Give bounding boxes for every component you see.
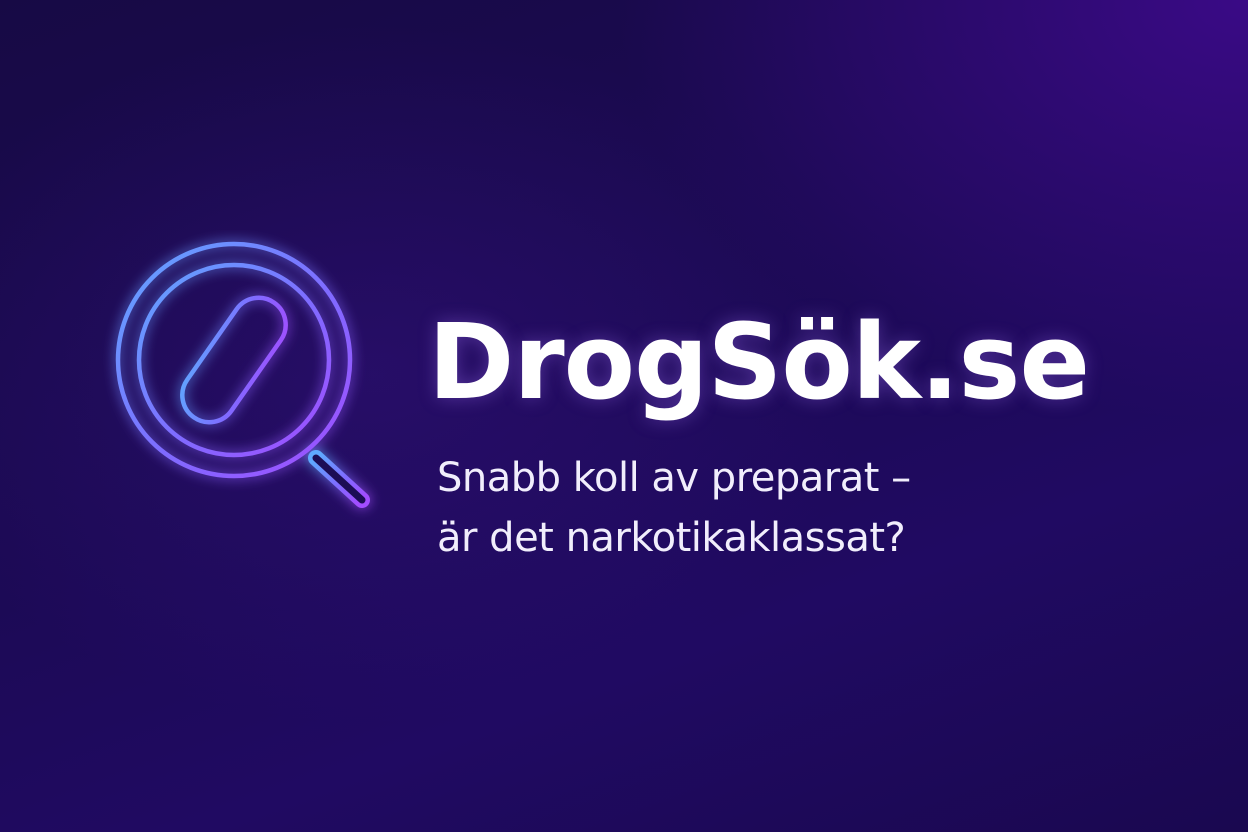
brand-name: DrogSök.se <box>428 301 1090 423</box>
tagline-line-2: är det narkotikaklassat? <box>437 515 906 561</box>
brand-wordmark: DrogSök.se <box>428 292 1208 432</box>
magnifier-pill-icon <box>100 230 390 530</box>
tagline: Snabb koll av preparat – är det narkotik… <box>437 448 1137 568</box>
hero-banner: DrogSök.se Snabb koll av preparat – är d… <box>0 0 1248 832</box>
tagline-line-1: Snabb koll av preparat – <box>437 455 911 501</box>
